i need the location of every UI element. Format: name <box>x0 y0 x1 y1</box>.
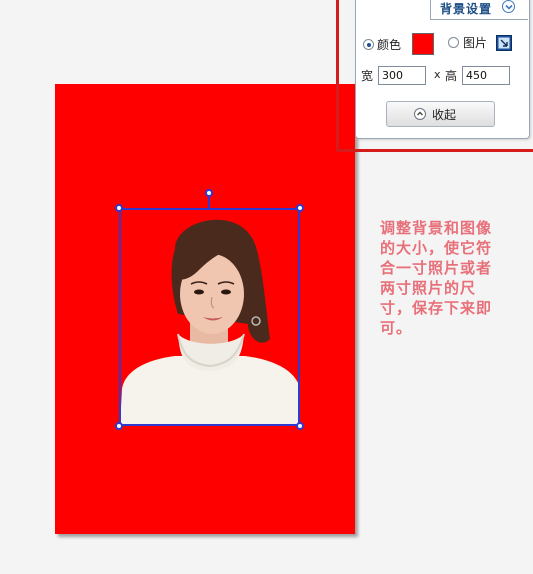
color-swatch[interactable] <box>412 33 434 55</box>
height-label: 高 <box>445 69 458 83</box>
panel-title: 背景设置 <box>440 2 493 16</box>
image-label: 图片 <box>463 36 488 50</box>
portrait-photo[interactable] <box>120 209 300 426</box>
resize-handle-bottom-left[interactable] <box>115 422 123 430</box>
color-label: 颜色 <box>377 38 402 52</box>
chevron-up-icon <box>414 108 426 120</box>
height-input[interactable] <box>462 66 510 85</box>
resize-handle-top-left[interactable] <box>115 204 123 212</box>
times-label: x <box>434 68 441 81</box>
image-picker-icon[interactable] <box>496 35 512 51</box>
collapse-label: 收起 <box>432 108 457 122</box>
collapse-button[interactable]: 收起 <box>386 101 495 127</box>
width-input[interactable] <box>378 66 426 85</box>
resize-handle-bottom-right[interactable] <box>296 422 304 430</box>
width-label: 宽 <box>361 69 374 83</box>
color-radio[interactable] <box>363 39 374 50</box>
image-radio[interactable] <box>448 37 459 48</box>
instruction-note: 调整背景和图像的大小，使它符合一寸照片或者两寸照片的尺寸，保存下来即可。 <box>380 219 493 337</box>
rotate-handle[interactable] <box>205 189 213 197</box>
rotate-stem <box>208 197 210 208</box>
resize-handle-top-right[interactable] <box>296 204 304 212</box>
chevron-down-icon[interactable] <box>502 0 515 13</box>
